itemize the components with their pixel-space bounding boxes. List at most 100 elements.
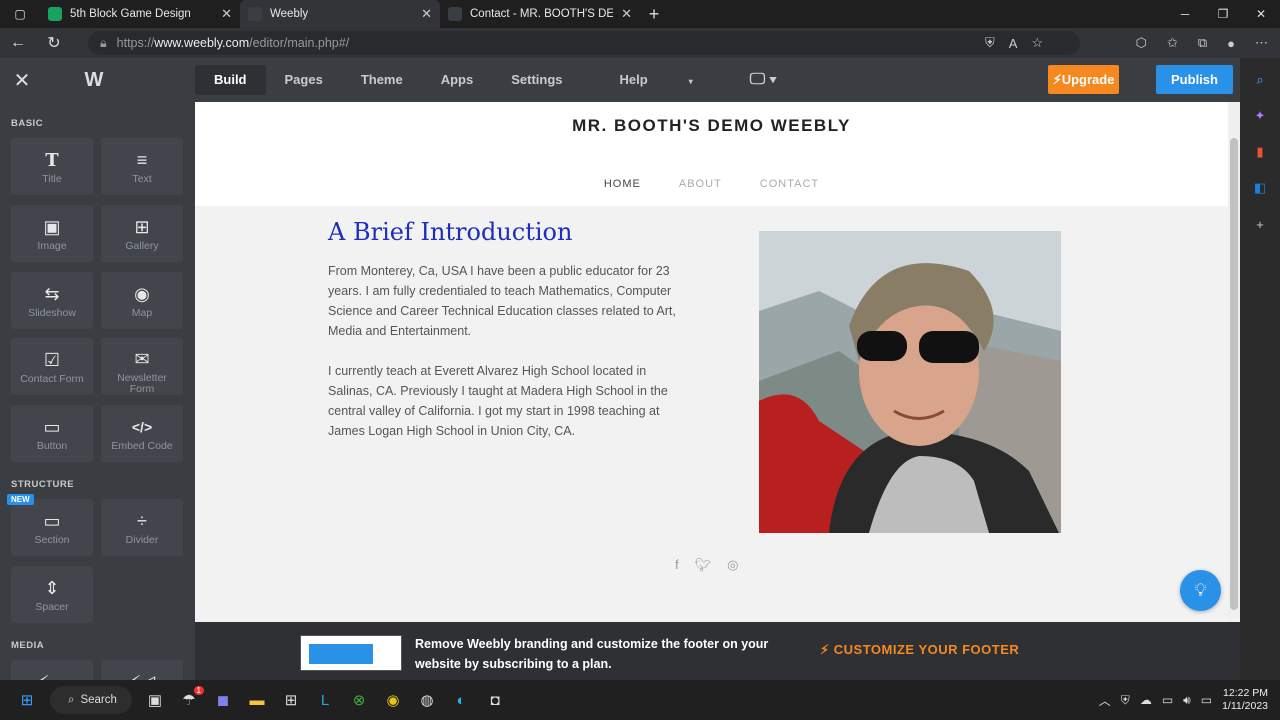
close-tab-icon[interactable]: ✕ bbox=[421, 6, 432, 22]
tile-embed-code[interactable]: </> Embed Code bbox=[101, 405, 183, 462]
battery-icon[interactable]: ▭ bbox=[1201, 693, 1212, 707]
tracking-prevention-icon[interactable]: ⛨ bbox=[985, 35, 995, 51]
collections-icon[interactable]: ⧉ bbox=[1198, 35, 1207, 51]
intro-paragraph-2[interactable]: I currently teach at Everett Alvarez Hig… bbox=[328, 361, 693, 441]
more-menu-icon[interactable]: ⋯ bbox=[1255, 35, 1268, 51]
scrollbar-thumb[interactable] bbox=[1230, 138, 1238, 610]
tile-contact-form[interactable]: ☑ Contact Form bbox=[11, 338, 93, 395]
upgrade-button[interactable]: ⚡︎ Upgrade bbox=[1048, 65, 1119, 94]
tile-text[interactable]: ≡ Text bbox=[101, 138, 183, 195]
display-icon[interactable]: ▭ bbox=[1162, 693, 1173, 707]
file-explorer-icon[interactable]: ▬ bbox=[240, 683, 274, 717]
tile-section[interactable]: ▭ Section bbox=[11, 499, 93, 556]
image-icon: ▣ bbox=[43, 216, 61, 237]
tab-contact[interactable]: Contact - MR. BOOTH'S DEMO W ✕ bbox=[440, 0, 640, 28]
device-preview-icon[interactable]: 🖵︎ ▾ bbox=[731, 65, 796, 95]
search-icon[interactable]: ⌕ bbox=[1250, 70, 1270, 90]
tab-actions-icon[interactable]: ▢ bbox=[0, 0, 40, 28]
menu-theme[interactable]: Theme bbox=[342, 65, 422, 95]
chrome-icon[interactable]: ◉ bbox=[376, 683, 410, 717]
close-window-icon[interactable]: ✕ bbox=[1242, 0, 1280, 28]
maximize-icon[interactable]: ❐ bbox=[1204, 0, 1242, 28]
url-field[interactable]: 🔒︎ https://www.weebly.com/editor/main.ph… bbox=[88, 31, 1080, 55]
exit-editor-icon[interactable]: ✕ bbox=[0, 68, 44, 93]
camera-icon[interactable]: ◘ bbox=[478, 683, 512, 717]
intro-paragraph-1[interactable]: From Monterey, Ca, USA I have been a pub… bbox=[328, 261, 693, 341]
back-icon[interactable]: ← bbox=[0, 34, 36, 52]
tab-title: Contact - MR. BOOTH'S DEMO W bbox=[470, 8, 614, 20]
tile-slideshow[interactable]: ⇆ Slideshow bbox=[11, 272, 93, 329]
publish-button[interactable]: Publish bbox=[1156, 65, 1233, 94]
store-icon[interactable]: ⊞ bbox=[274, 683, 308, 717]
spacer-icon: ⇕ bbox=[44, 577, 60, 598]
tile-divider[interactable]: ÷ Divider bbox=[101, 499, 183, 556]
volume-icon[interactable]: 🔊︎ bbox=[1183, 693, 1191, 708]
menu-apps[interactable]: Apps bbox=[422, 65, 493, 95]
extensions-icon[interactable]: ⬡ bbox=[1136, 35, 1147, 51]
address-bar-row: ← ↻ 🔒︎ https://www.weebly.com/editor/mai… bbox=[0, 28, 1280, 58]
profile-photo[interactable] bbox=[759, 231, 1061, 533]
tile-newsletter-form[interactable]: ✉ Newsletter Form bbox=[101, 338, 183, 395]
nav-home[interactable]: HOME bbox=[604, 178, 641, 190]
tile-gallery[interactable]: ⊞ Gallery bbox=[101, 205, 183, 262]
chat-icon[interactable]: ◼ bbox=[206, 683, 240, 717]
chevron-up-icon[interactable]: ︿ bbox=[1099, 692, 1111, 709]
favorite-star-icon[interactable]: ☆ bbox=[1031, 35, 1043, 51]
nav-about[interactable]: ABOUT bbox=[679, 178, 722, 190]
customize-footer-link[interactable]: ⚡︎ CUSTOMIZE YOUR FOOTER bbox=[820, 642, 1019, 658]
menu-pages[interactable]: Pages bbox=[266, 65, 342, 95]
taskbar-search[interactable]: ⌕ Search bbox=[50, 686, 132, 714]
start-icon[interactable]: ⊞ bbox=[10, 683, 44, 717]
minimize-icon[interactable]: ─ bbox=[1166, 0, 1204, 28]
weather-icon[interactable]: ☂ 1 bbox=[172, 683, 206, 717]
lightbulb-help-icon[interactable]: 💡︎ bbox=[1180, 570, 1221, 611]
facebook-icon[interactable]: f bbox=[675, 557, 679, 573]
menu-build[interactable]: Build bbox=[195, 65, 266, 95]
canvas-scrollbar[interactable] bbox=[1228, 102, 1240, 622]
tile-map[interactable]: ◉ Map bbox=[101, 272, 183, 329]
tab-game-design[interactable]: 5th Block Game Design ✕ bbox=[40, 0, 240, 28]
favorites-icon[interactable]: ✩ bbox=[1167, 35, 1178, 51]
app-l-icon[interactable]: L bbox=[308, 683, 342, 717]
tile-image[interactable]: ▣ Image bbox=[11, 205, 93, 262]
menu-help[interactable]: Help ▾ bbox=[582, 65, 731, 95]
globe-icon[interactable]: ◍ bbox=[410, 683, 444, 717]
xbox-icon[interactable]: ⊗ bbox=[342, 683, 376, 717]
add-icon[interactable]: + bbox=[1250, 214, 1270, 234]
tile-audio[interactable]: ⚡︎◁ bbox=[101, 660, 183, 680]
tile-title[interactable]: T Title bbox=[11, 138, 93, 195]
browser-toolbar: ⬡ ✩ ⧉ ● ⋯ bbox=[1136, 28, 1268, 58]
weebly-editor-header: ✕ W Build Pages Theme Apps Settings Help… bbox=[0, 58, 1240, 102]
read-aloud-icon[interactable]: A bbox=[1009, 36, 1018, 51]
close-tab-icon[interactable]: ✕ bbox=[621, 6, 632, 22]
security-icon[interactable]: ⛨ bbox=[1121, 693, 1130, 708]
instagram-icon[interactable]: ◎ bbox=[727, 557, 738, 573]
twitter-icon[interactable]: 🐦︎ bbox=[695, 557, 712, 573]
nav-contact[interactable]: CONTACT bbox=[760, 178, 819, 190]
tile-spacer[interactable]: ⇕ Spacer bbox=[11, 566, 93, 623]
slideshow-icon: ⇆ bbox=[44, 283, 60, 304]
tile-button[interactable]: ▭ Button bbox=[11, 405, 93, 462]
site-title[interactable]: MR. BOOTH'S DEMO WEEBLY bbox=[195, 116, 1228, 136]
task-view-icon[interactable]: ▣ bbox=[138, 683, 172, 717]
text-icon: ≡ bbox=[136, 149, 148, 170]
outlook-icon[interactable]: ◧ bbox=[1250, 178, 1270, 198]
edge-icon[interactable]: ◐ bbox=[444, 683, 478, 717]
button-icon: ▭ bbox=[43, 416, 61, 437]
profile-avatar-icon[interactable]: ● bbox=[1227, 36, 1235, 51]
tile-video[interactable]: ⚡︎▭ bbox=[11, 660, 93, 680]
close-tab-icon[interactable]: ✕ bbox=[221, 6, 232, 22]
menu-settings[interactable]: Settings bbox=[492, 65, 581, 95]
contact-form-icon: ☑ bbox=[43, 349, 61, 370]
new-tab-icon[interactable]: + bbox=[640, 4, 668, 25]
office-icon[interactable]: ▮ bbox=[1250, 142, 1270, 162]
page-heading[interactable]: A Brief Introduction bbox=[328, 218, 572, 246]
elements-panel: BASIC T Title ≡ Text ▣ Image ⊞ Gallery ⇆ Slid… bbox=[0, 102, 195, 680]
lightning-icon: ⚡︎ bbox=[820, 642, 834, 657]
refresh-icon[interactable]: ↻ bbox=[36, 33, 72, 53]
copilot-icon[interactable]: ✦ bbox=[1250, 106, 1270, 126]
cloud-icon[interactable]: ☁ bbox=[1140, 693, 1152, 707]
tab-weebly[interactable]: Weebly ✕ bbox=[240, 0, 440, 28]
lightning-icon: ⚡︎ bbox=[1052, 71, 1062, 87]
clock[interactable]: 12:22 PM 1/11/2023 bbox=[1222, 687, 1268, 713]
